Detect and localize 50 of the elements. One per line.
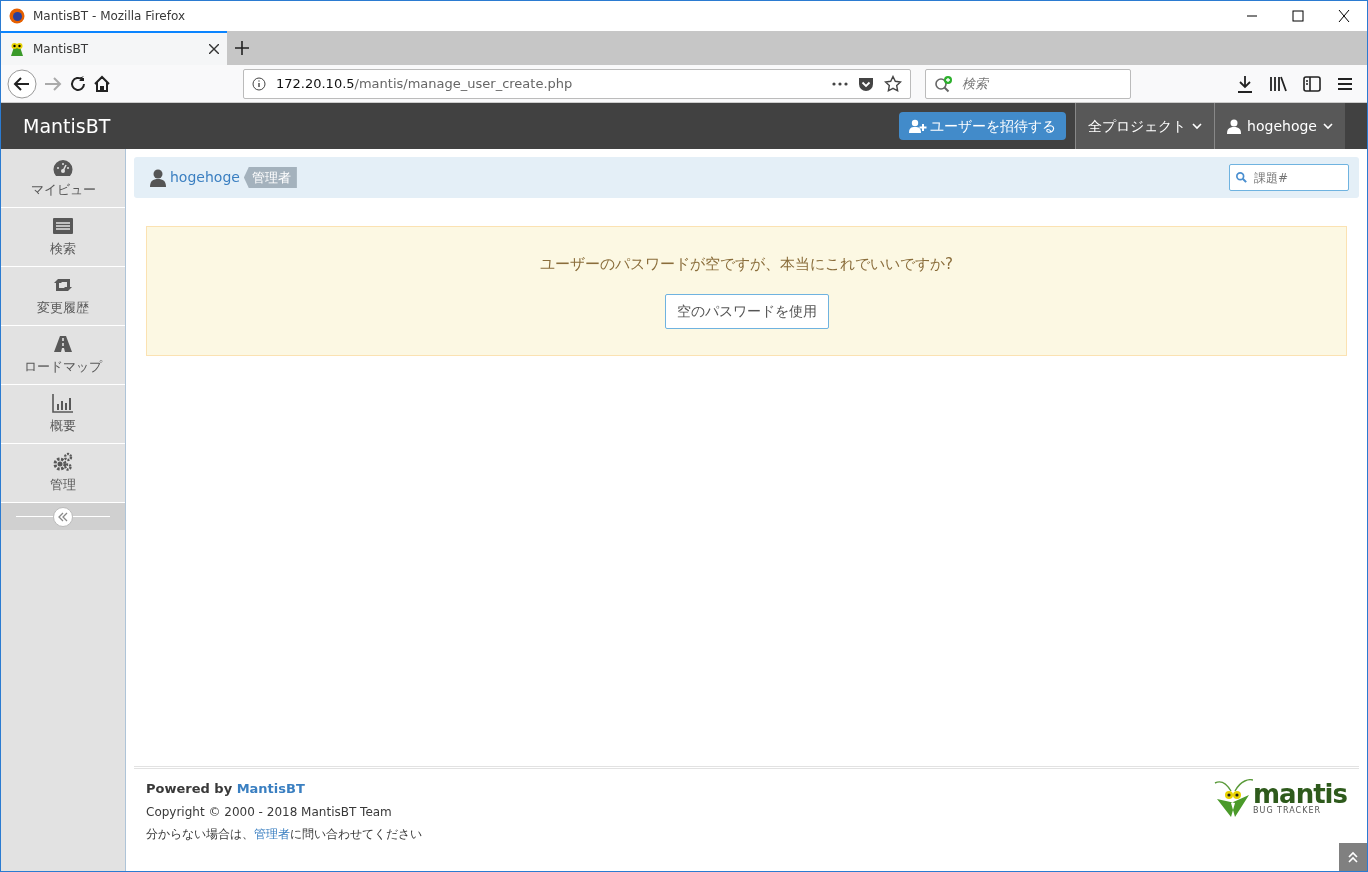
list-icon [52, 215, 74, 236]
chevron-down-icon [1323, 122, 1333, 130]
warning-message: ユーザーのパスワードが空ですが、本当にこれでいいですか? [540, 254, 953, 276]
close-tab-icon[interactable] [209, 44, 219, 54]
user-icon [1227, 118, 1242, 134]
search-icon [934, 74, 954, 93]
info-icon [252, 76, 266, 91]
issue-search-box[interactable]: 課題# [1229, 164, 1349, 191]
user-icon [150, 168, 166, 187]
firefox-icon [9, 8, 25, 24]
address-bar[interactable]: 172.20.10.5/mantis/manage_user_create.php [243, 68, 911, 99]
chevron-down-icon [1192, 122, 1203, 130]
library-icon[interactable] [1269, 75, 1287, 92]
double-chevron-up-icon [1347, 851, 1359, 863]
project-menu[interactable]: 全プロジェクト [1075, 103, 1215, 149]
powered-by-text: Powered by MantisBT [146, 779, 306, 798]
mantisbt-link[interactable]: MantisBT [236, 780, 305, 796]
help-text: 分からない場合は、管理者に問い合わせてください [146, 826, 422, 843]
star-icon[interactable] [884, 74, 902, 93]
user-link[interactable]: hogehoge [170, 167, 240, 188]
role-tag: 管理者 [243, 166, 297, 189]
app-brand[interactable]: MantisBT [1, 103, 133, 149]
add-user-icon [909, 119, 928, 133]
tab-title: MantisBT [33, 41, 90, 58]
administrator-link[interactable]: 管理者 [254, 827, 290, 841]
reload-icon[interactable] [69, 74, 87, 93]
menu-icon[interactable] [1337, 76, 1353, 91]
invite-user-button[interactable]: ユーザーを招待する [899, 112, 1067, 140]
user-menu[interactable]: hogehoge [1214, 103, 1345, 149]
sidebar-icon[interactable] [1303, 75, 1321, 92]
pocket-icon[interactable] [858, 75, 874, 92]
use-empty-password-button[interactable]: 空のパスワードを使用 [664, 293, 829, 329]
download-icon[interactable] [1237, 74, 1253, 93]
double-chevron-left-icon [58, 511, 68, 522]
more-icon[interactable] [832, 81, 848, 86]
home-icon[interactable] [93, 74, 111, 93]
browser-tab[interactable]: MantisBT [1, 31, 227, 65]
back-icon[interactable] [7, 68, 37, 99]
url-text: 172.20.10.5/mantis/manage_user_create.php [276, 74, 573, 93]
scroll-to-top-button[interactable] [1339, 843, 1367, 871]
bar-chart-icon [52, 392, 74, 413]
copyright-text: Copyright © 2000 - 2018 MantisBT Team [146, 804, 393, 821]
plus-icon [235, 41, 249, 55]
collapse-sidebar-button[interactable] [53, 506, 73, 527]
mantis-favicon-icon [9, 41, 25, 57]
mantis-logo[interactable]: mantis BUG TRACKER [1213, 778, 1347, 817]
search-icon [1236, 171, 1247, 184]
search-box[interactable]: 検索 [925, 68, 1131, 99]
window-title: MantisBT - Mozilla Firefox [33, 8, 185, 25]
road-icon [52, 333, 74, 354]
